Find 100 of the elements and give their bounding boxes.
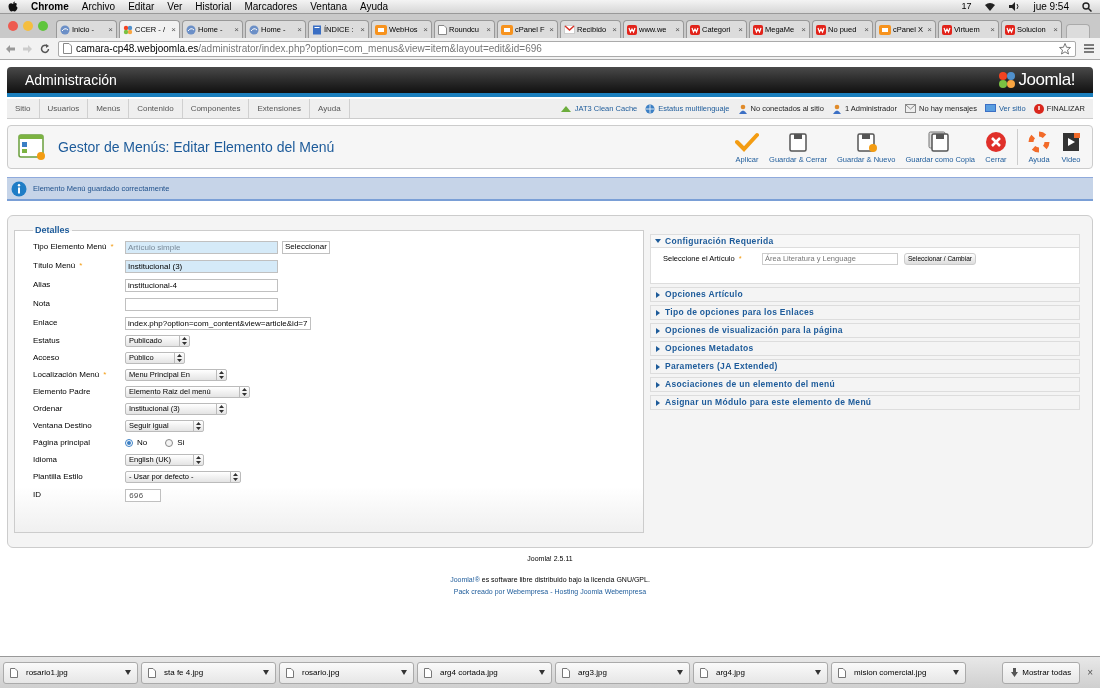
menu-item[interactable]: Ver (167, 0, 183, 14)
show-all-button[interactable]: Mostrar todas (1002, 661, 1081, 684)
accordion-header[interactable]: Asociaciones de un elemento del menú (651, 378, 1079, 391)
download-item[interactable]: mision comercial.jpg (831, 661, 966, 684)
wifi-icon[interactable] (984, 2, 997, 11)
dropdown-arrow-icon[interactable] (815, 670, 821, 675)
field-label: Página principal (33, 437, 90, 449)
dropdown-arrow-icon[interactable] (953, 670, 959, 675)
accordion-header[interactable]: Parameters (JA Extended) (651, 360, 1079, 373)
radio-option[interactable]: No (125, 437, 148, 449)
app-menu[interactable]: Chrome (31, 0, 69, 14)
nav-menu-item[interactable]: Ayuda (310, 99, 350, 118)
download-item[interactable]: rosario1.jpg (3, 661, 138, 684)
select-arrows-icon (196, 422, 202, 430)
download-item[interactable]: arg3.jpg (555, 661, 690, 684)
close-tab-button[interactable]: × (108, 23, 113, 36)
menu-item[interactable]: Archivo (81, 0, 116, 14)
select-arrows-icon (242, 388, 248, 396)
nav-menu-item[interactable]: Sitio (7, 99, 40, 118)
field-label: Alias (33, 279, 51, 291)
dropdown-arrow-icon[interactable] (401, 670, 407, 675)
menu-item[interactable]: Editar (128, 0, 155, 14)
document-icon (312, 24, 322, 35)
dropdown-arrow-icon[interactable] (263, 670, 269, 675)
accordion-header[interactable]: Opciones de visualización para la página (651, 324, 1079, 337)
select-arrows-icon (182, 337, 188, 345)
text-field[interactable] (125, 297, 278, 311)
address-bar[interactable]: camara-cp48.webjoomla.es/administrator/index.php?option=com_menus&view=item&layout=edit&id=696 (58, 40, 1076, 57)
close-tab-button[interactable]: × (486, 23, 491, 36)
accordion-header[interactable]: Opciones Artículo (651, 288, 1079, 301)
info-icon (11, 180, 27, 197)
close-tab-button[interactable]: × (612, 23, 617, 36)
webempresa-icon (627, 24, 637, 35)
nav-menu-item[interactable]: Extensiones (249, 99, 311, 118)
field-label: Tipo Elemento Menú (33, 241, 107, 253)
cpanel-icon (501, 24, 513, 35)
nav-menu-item[interactable]: Usuarios (39, 99, 89, 118)
nav-menu-item[interactable]: Contenido (129, 99, 183, 118)
field-label: Plantilla Estilo (33, 471, 83, 483)
close-tab-button[interactable]: × (1053, 23, 1058, 36)
download-item[interactable]: sta fe 4.jpg (141, 661, 276, 684)
close-tab-button[interactable]: × (171, 23, 176, 36)
globe-icon (186, 24, 196, 35)
dropdown-arrow-icon[interactable] (125, 670, 131, 675)
select-arrows-icon (219, 405, 225, 413)
field-label: Idioma (33, 454, 57, 466)
menu-icon[interactable] (1084, 44, 1094, 53)
field-label: Nota (33, 298, 50, 310)
close-tab-button[interactable]: × (234, 23, 239, 36)
accordion-header[interactable]: Opciones Metadatos (651, 342, 1079, 355)
clock[interactable]: jue 9:54 (1033, 0, 1069, 14)
menu-item[interactable]: Marcadores (244, 0, 298, 14)
close-tab-button[interactable]: × (360, 23, 365, 36)
webempresa-icon (942, 24, 952, 35)
close-tab-button[interactable]: × (675, 23, 680, 36)
text-field[interactable]: Institucional (3) (125, 259, 278, 273)
select-arrows-icon (233, 473, 238, 481)
accordion-header[interactable]: Tipo de opciones para los Enlaces (651, 306, 1079, 319)
download-item[interactable]: rosario.jpg (279, 661, 414, 684)
text-field[interactable]: index.php?option=com_content&view=article&id=7 (125, 316, 311, 330)
dropdown-arrow-icon[interactable] (677, 670, 683, 675)
field-label: Estatus (33, 335, 60, 347)
close-tab-button[interactable]: × (927, 23, 932, 36)
close-downloads-button[interactable]: × (1083, 665, 1097, 680)
reload-icon[interactable] (40, 43, 50, 54)
file-icon (148, 667, 156, 678)
search-icon[interactable] (1082, 1, 1092, 12)
menu-item[interactable]: Ventana (310, 0, 347, 14)
menu-item[interactable]: Historial (195, 0, 232, 14)
collapsed-arrow-icon (655, 363, 661, 370)
close-tab-button[interactable]: × (801, 23, 806, 36)
save-new-icon (854, 130, 879, 153)
close-tab-button[interactable]: × (297, 23, 302, 36)
file-icon (424, 667, 432, 678)
nav-menu-item[interactable]: Menús (88, 99, 130, 118)
accordion-header[interactable]: Configuración Requerida (651, 235, 1079, 248)
dropdown-arrow-icon[interactable] (539, 670, 545, 675)
select-button[interactable]: Seleccionar (282, 240, 330, 254)
text-field[interactable]: institucional-4 (125, 278, 278, 292)
close-tab-button[interactable]: × (549, 23, 554, 36)
radio-option[interactable]: Si (165, 437, 185, 449)
input-indicator[interactable]: 17 (961, 0, 972, 14)
close-tab-button[interactable]: × (423, 23, 428, 36)
field-label: Localización Menú (33, 369, 100, 381)
menu-item[interactable]: Ayuda (359, 0, 389, 14)
download-item[interactable]: arg4 cortada.jpg (417, 661, 552, 684)
required-mark: * (103, 369, 107, 381)
back-icon[interactable] (6, 44, 15, 53)
nav-menu-item[interactable]: Componentes (182, 99, 250, 118)
volume-icon[interactable] (1009, 2, 1021, 11)
download-item[interactable]: arg4.jpg (693, 661, 828, 684)
close-tab-button[interactable]: × (864, 23, 869, 36)
apple-icon[interactable] (8, 1, 18, 12)
user-icon (831, 103, 842, 114)
globe-icon (645, 103, 656, 114)
cpanel-icon (879, 24, 891, 35)
close-tab-button[interactable]: × (990, 23, 995, 36)
accordion-header[interactable]: Asignar un Módulo para este elemento de Menú (651, 396, 1079, 409)
star-icon[interactable] (1059, 42, 1071, 55)
close-tab-button[interactable]: × (738, 23, 743, 36)
